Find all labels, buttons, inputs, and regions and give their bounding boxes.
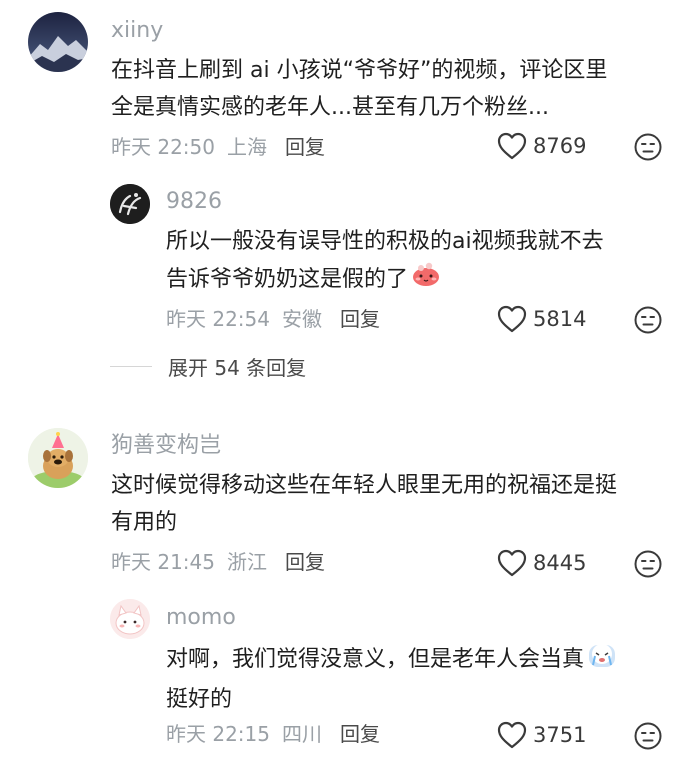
comment-line: 所以一般没有误导性的积极的ai视频我就不去: [166, 229, 604, 254]
comment-time: 昨天 22:15: [166, 722, 270, 746]
comment-text: 对啊，我们觉得没意义，但是老年人会当真 挺好的: [166, 639, 618, 718]
like-button[interactable]: 5814: [497, 305, 586, 333]
dislike-button[interactable]: [633, 549, 663, 583]
comment-time: 昨天 22:50: [111, 135, 215, 159]
meh-face-icon: [634, 550, 662, 578]
comment-location: 浙江: [227, 550, 267, 574]
expand-replies[interactable]: 展开 54 条回复: [110, 352, 306, 381]
comment-location: 四川: [282, 722, 322, 746]
dislike-button[interactable]: [633, 721, 663, 755]
heart-icon: [497, 721, 527, 749]
comment-line: 挺好的: [166, 687, 233, 712]
comment-location: 上海: [227, 135, 267, 159]
meh-face-icon: [634, 133, 662, 161]
comment-line: 这时候觉得移动这些在年轻人眼里无用的祝福还是挺: [111, 473, 618, 498]
dislike-button[interactable]: [633, 305, 663, 339]
divider: [110, 366, 152, 367]
like-count: 8769: [533, 134, 587, 158]
reply-button[interactable]: 回复: [340, 306, 380, 332]
comment-time: 昨天 21:45: [111, 550, 215, 574]
reply-button[interactable]: 回复: [285, 134, 325, 160]
comment-text: 所以一般没有误导性的积极的ai视频我就不去 告诉爷爷奶奶这是假的了: [166, 223, 604, 300]
like-count: 8445: [533, 551, 587, 575]
like-button[interactable]: 3751: [497, 721, 586, 749]
avatar[interactable]: [28, 428, 88, 488]
like-count: 5814: [533, 307, 587, 331]
comment-username[interactable]: 狗善变构岂: [111, 432, 221, 460]
avatar[interactable]: [28, 12, 88, 72]
comment-line: 全是真情实感的老年人...甚至有几万个粉丝...: [111, 95, 549, 120]
like-button[interactable]: 8445: [497, 549, 586, 577]
comment-time: 昨天 22:54: [166, 307, 270, 331]
like-count: 3751: [533, 723, 587, 747]
comment-text: 在抖音上刷到 ai 小孩说“爷爷好”的视频，评论区里 全是真情实感的老年人...…: [111, 52, 607, 126]
comment-username[interactable]: momo: [166, 604, 236, 632]
comment-line: 告诉爷爷奶奶这是假的了: [166, 260, 604, 300]
heart-icon: [497, 305, 527, 333]
reply-button[interactable]: 回复: [340, 721, 380, 747]
heart-icon: [497, 132, 527, 160]
comment-meta: 昨天 22:15 四川 回复: [166, 721, 380, 747]
comment-line: 对啊，我们觉得没意义，但是老年人会当真: [166, 639, 618, 681]
comment-username[interactable]: xiiny: [111, 17, 163, 45]
meh-face-icon: [634, 722, 662, 750]
comment-line: 有用的: [111, 510, 178, 535]
blush-emoji-icon: [410, 260, 442, 300]
expand-replies-label[interactable]: 展开 54 条回复: [168, 352, 306, 381]
comment-line: 在抖音上刷到 ai 小孩说“爷爷好”的视频，评论区里: [111, 58, 608, 83]
comment-meta: 昨天 22:50 上海 回复: [111, 134, 325, 160]
comment-location: 安徽: [282, 307, 322, 331]
like-button[interactable]: 8769: [497, 132, 586, 160]
comment-meta: 昨天 22:54 安徽 回复: [166, 306, 380, 332]
crying-emoji-icon: [586, 639, 618, 681]
reply-button[interactable]: 回复: [285, 549, 325, 575]
comment-meta: 昨天 21:45 浙江 回复: [111, 549, 325, 575]
heart-icon: [497, 549, 527, 577]
dislike-button[interactable]: [633, 132, 663, 166]
avatar[interactable]: [110, 599, 150, 639]
comment-text: 这时候觉得移动这些在年轻人眼里无用的祝福还是挺 有用的: [111, 467, 617, 541]
avatar[interactable]: [110, 184, 150, 224]
comment-username[interactable]: 9826: [166, 188, 222, 216]
meh-face-icon: [634, 306, 662, 334]
